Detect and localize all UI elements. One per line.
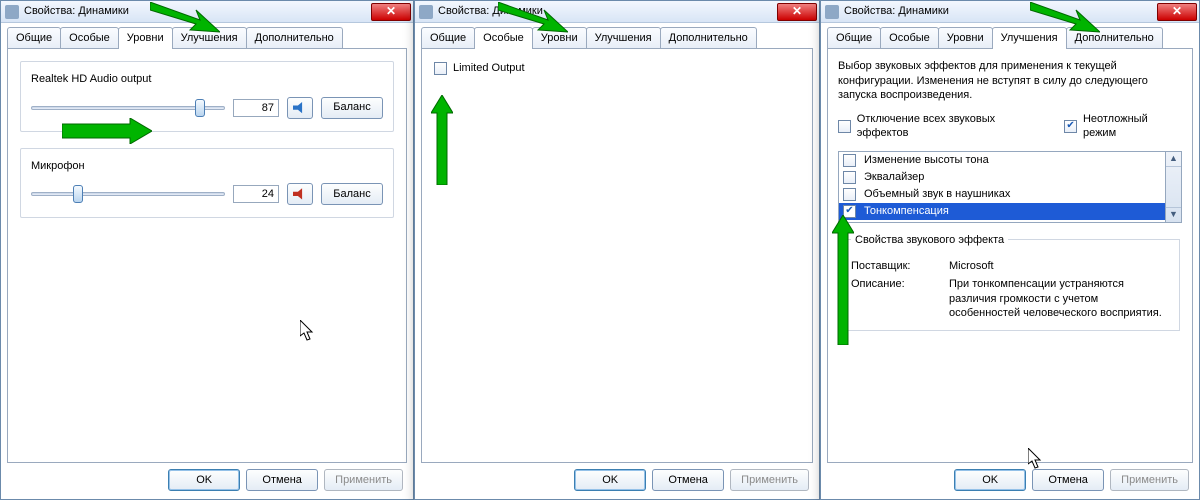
tab-enhance[interactable]: Улучшения — [586, 27, 661, 48]
mic-mute-button[interactable] — [287, 183, 313, 205]
close-button[interactable] — [371, 3, 411, 21]
mic-value[interactable]: 24 — [233, 185, 279, 203]
mic-slider[interactable] — [31, 185, 225, 203]
effect-properties: Свойства звукового эффекта Поставщик: Mi… — [840, 233, 1180, 331]
limited-output-label: Limited Output — [453, 61, 525, 75]
window-icon — [825, 5, 839, 19]
scroll-up-icon[interactable]: ▲ — [1166, 152, 1181, 167]
close-button[interactable] — [1157, 3, 1197, 21]
window-title: Свойства: Динамики — [24, 4, 371, 18]
immediate-mode-label: Неотложный режим — [1083, 112, 1182, 141]
titlebar[interactable]: Свойства: Динамики — [821, 1, 1199, 23]
output-slider[interactable] — [31, 99, 225, 117]
effect-properties-legend: Свойства звукового эффекта — [851, 233, 1008, 247]
tabstrip: Общие Особые Уровни Улучшения Дополнител… — [827, 27, 1193, 49]
checkbox-icon — [1064, 120, 1077, 133]
tab-enhance[interactable]: Улучшения — [992, 27, 1067, 49]
list-item-label: Тонкомпенсация — [864, 204, 949, 218]
checkbox-icon — [434, 62, 447, 75]
speaker-icon — [293, 101, 307, 115]
window-icon — [5, 5, 19, 19]
stage: Свойства: Динамики Общие Особые Уровни У… — [0, 0, 1200, 500]
ok-button[interactable]: OK — [574, 469, 646, 491]
mic-balance-button[interactable]: Баланс — [321, 183, 383, 205]
tab-page-custom: Limited Output — [421, 49, 813, 463]
checkbox-icon — [843, 188, 856, 201]
list-item-label: Объемный звук в наушниках — [864, 187, 1010, 201]
cancel-button[interactable]: Отмена — [652, 469, 724, 491]
checkbox-icon — [838, 120, 851, 133]
provider-label: Поставщик: — [851, 259, 941, 273]
ok-button[interactable]: OK — [954, 469, 1026, 491]
tab-general[interactable]: Общие — [7, 27, 61, 48]
window-icon — [419, 5, 433, 19]
list-item: Изменение высоты тона — [839, 152, 1165, 169]
dialog-buttons: OK Отмена Применить — [421, 463, 813, 493]
description-label: Описание: — [851, 277, 941, 320]
list-item: Объемный звук в наушниках — [839, 186, 1165, 203]
tab-enhance[interactable]: Улучшения — [172, 27, 247, 48]
tab-levels[interactable]: Уровни — [938, 27, 993, 48]
scrollbar[interactable]: ▲ ▼ — [1165, 152, 1181, 222]
group-mic: Микрофон 24 Баланс — [20, 148, 394, 218]
window-custom: Свойства: Динамики Общие Особые Уровни У… — [414, 0, 820, 500]
description-value: При тонкомпенсации устраняются различия … — [949, 277, 1169, 320]
ok-button[interactable]: OK — [168, 469, 240, 491]
window-enhance: Свойства: Динамики Общие Особые Уровни У… — [820, 0, 1200, 500]
tabstrip: Общие Особые Уровни Улучшения Дополнител… — [7, 27, 407, 49]
cancel-button[interactable]: Отмена — [1032, 469, 1104, 491]
output-value[interactable]: 87 — [233, 99, 279, 117]
enhance-intro: Выбор звуковых эффектов для применения к… — [838, 59, 1182, 102]
checkbox-icon — [843, 205, 856, 218]
window-title: Свойства: Динамики — [844, 4, 1157, 18]
scroll-down-icon[interactable]: ▼ — [1166, 207, 1181, 222]
tab-page-levels: Realtek HD Audio output 87 Баланс Микроф… — [7, 49, 407, 463]
dialog-buttons: OK Отмена Применить — [7, 463, 407, 493]
cancel-button[interactable]: Отмена — [246, 469, 318, 491]
tab-advanced[interactable]: Дополнительно — [1066, 27, 1163, 48]
tab-general[interactable]: Общие — [421, 27, 475, 48]
effects-list[interactable]: Изменение высоты тона Эквалайзер Объемны… — [838, 151, 1182, 223]
disable-all-checkbox[interactable]: Отключение всех звуковых эффектов — [838, 112, 1046, 141]
checkbox-icon — [843, 154, 856, 167]
tab-custom[interactable]: Особые — [60, 27, 119, 48]
apply-button[interactable]: Применить — [730, 469, 809, 491]
speaker-muted-icon — [293, 187, 307, 201]
immediate-mode-checkbox[interactable]: Неотложный режим — [1064, 112, 1182, 141]
list-item-selected: Тонкомпенсация — [839, 203, 1165, 220]
tab-custom[interactable]: Особые — [880, 27, 939, 48]
window-title: Свойства: Динамики — [438, 4, 777, 18]
provider-value: Microsoft — [949, 259, 1169, 273]
limited-output-checkbox[interactable]: Limited Output — [434, 61, 800, 75]
tab-levels[interactable]: Уровни — [532, 27, 587, 48]
tab-page-enhance: Выбор звуковых эффектов для применения к… — [827, 49, 1193, 463]
disable-all-label: Отключение всех звуковых эффектов — [857, 112, 1046, 141]
list-item: Эквалайзер — [839, 169, 1165, 186]
tab-advanced[interactable]: Дополнительно — [246, 27, 343, 48]
mic-label: Микрофон — [31, 159, 383, 173]
dialog-buttons: OK Отмена Применить — [827, 463, 1193, 493]
tabstrip: Общие Особые Уровни Улучшения Дополнител… — [421, 27, 813, 49]
output-mute-button[interactable] — [287, 97, 313, 119]
list-item-label: Изменение высоты тона — [864, 153, 989, 167]
window-levels: Свойства: Динамики Общие Особые Уровни У… — [0, 0, 414, 500]
tab-custom[interactable]: Особые — [474, 27, 533, 49]
checkbox-icon — [843, 171, 856, 184]
group-output: Realtek HD Audio output 87 Баланс — [20, 61, 394, 131]
apply-button[interactable]: Применить — [324, 469, 403, 491]
tab-levels[interactable]: Уровни — [118, 27, 173, 49]
titlebar[interactable]: Свойства: Динамики — [415, 1, 819, 23]
tab-advanced[interactable]: Дополнительно — [660, 27, 757, 48]
tab-general[interactable]: Общие — [827, 27, 881, 48]
output-balance-button[interactable]: Баланс — [321, 97, 383, 119]
close-button[interactable] — [777, 3, 817, 21]
titlebar[interactable]: Свойства: Динамики — [1, 1, 413, 23]
output-label: Realtek HD Audio output — [31, 72, 383, 86]
list-item-label: Эквалайзер — [864, 170, 924, 184]
apply-button[interactable]: Применить — [1110, 469, 1189, 491]
